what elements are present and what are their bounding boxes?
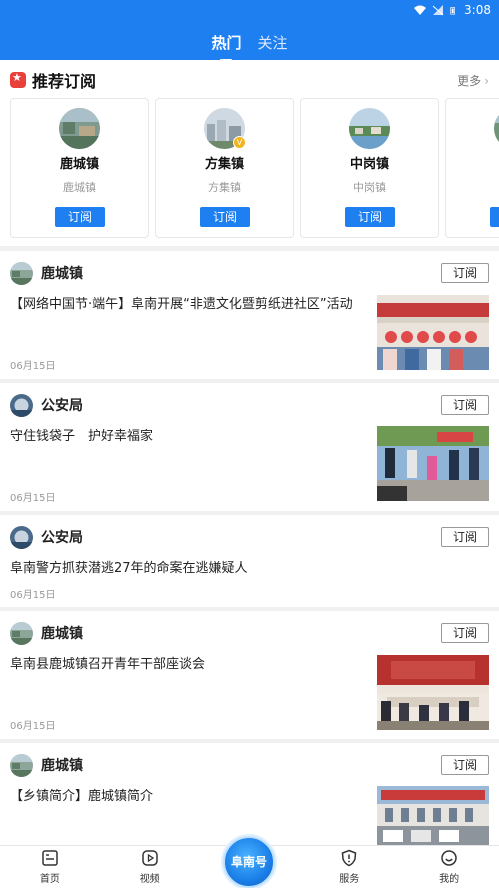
feed-source: 鹿城镇 <box>10 621 83 645</box>
tab-follow[interactable]: 关注 <box>258 30 288 55</box>
avatar <box>10 621 33 645</box>
article-thumbnail[interactable] <box>377 655 489 730</box>
card-name: 中岗镇 <box>349 157 389 172</box>
subscribe-button[interactable]: 订阅 <box>441 755 489 775</box>
nav-label: 服务 <box>339 874 360 885</box>
feed-item[interactable]: 鹿城镇 订阅 阜南县鹿城镇召开青年干部座谈会 06月15日 <box>0 611 499 739</box>
feed-source: 公安局 <box>10 525 83 549</box>
subscribe-button[interactable]: 订阅 <box>441 623 489 643</box>
wifi-icon <box>414 5 427 15</box>
source-name: 鹿城镇 <box>41 758 83 774</box>
subscribe-button[interactable] <box>490 207 499 227</box>
recommend-header: 推荐订阅 更多› <box>10 68 489 92</box>
subscribe-button[interactable]: 订阅 <box>55 207 105 227</box>
feed-item[interactable]: 公安局 订阅 守住钱袋子 护好幸福家 06月15日 <box>0 383 499 511</box>
avatar <box>349 108 390 149</box>
nav-home[interactable]: 首页 <box>0 846 100 888</box>
article-date: 06月15日 <box>10 721 56 732</box>
recommend-card[interactable]: 鹿城镇 鹿城镇 订阅 <box>10 98 149 238</box>
recommend-card[interactable]: V 方集镇 方集镇 订阅 <box>155 98 294 238</box>
profile-icon <box>441 850 457 866</box>
tab-hot[interactable]: 热门 <box>211 30 241 55</box>
service-icon <box>341 849 357 867</box>
more-link[interactable]: 更多 › <box>457 72 489 89</box>
nav-profile[interactable]: 我的 <box>399 846 499 888</box>
article-title[interactable]: 阜南警方抓获潜逃27年的命案在逃嫌疑人 <box>10 559 248 579</box>
fnh-center-button[interactable]: 阜南号 <box>223 836 275 888</box>
subscribe-button[interactable]: 订阅 <box>441 395 489 415</box>
subscribe-button[interactable]: 订阅 <box>441 263 489 283</box>
subscribe-button[interactable]: 订阅 <box>441 527 489 547</box>
avatar <box>494 108 499 149</box>
chevron-right-icon: › <box>484 73 489 88</box>
recommend-cards: 鹿城镇 鹿城镇 订阅 V 方集镇 方集镇 订阅 中岗镇 中岗镇 订阅 <box>10 98 499 238</box>
recommend-title: 推荐订阅 <box>32 72 97 91</box>
signal-icon <box>432 4 444 15</box>
card-name: 方集镇 <box>204 157 244 172</box>
article-date: 06月15日 <box>10 361 56 372</box>
recommend-section: 推荐订阅 更多› 鹿城镇 鹿城镇 订阅 V 方集镇 方集镇 订阅 中岗镇 中岗镇 <box>0 60 499 246</box>
top-tabs: 热门 关注 <box>0 30 499 55</box>
article-title[interactable]: 【乡镇简介】鹿城镇简介 <box>10 787 153 807</box>
card-subtitle: 方集镇 <box>208 181 241 194</box>
star-badge-icon <box>10 71 26 88</box>
card-subtitle: 中岗镇 <box>353 181 386 194</box>
recommend-card-partial[interactable] <box>445 98 499 238</box>
feed-source: 公安局 <box>10 393 83 417</box>
status-time: 3:08 <box>464 3 491 17</box>
app-header: 3:08 热门 关注 <box>0 0 499 60</box>
battery-icon <box>450 6 456 14</box>
avatar <box>10 525 33 549</box>
avatar <box>10 261 33 285</box>
article-title[interactable]: 【网络中国节·端午】阜南开展“非遗文化暨剪纸进社区”活动 <box>10 295 353 315</box>
feed-item[interactable]: 公安局 订阅 阜南警方抓获潜逃27年的命案在逃嫌疑人 06月15日 <box>0 515 499 607</box>
nav-video[interactable]: 视频 <box>100 846 200 888</box>
article-date: 06月15日 <box>10 590 56 601</box>
avatar <box>10 753 33 777</box>
card-subtitle: 鹿城镇 <box>63 181 96 194</box>
avatar <box>10 393 33 417</box>
nav-label: 首页 <box>39 874 60 885</box>
subscribe-button[interactable]: 订阅 <box>200 207 250 227</box>
article-title[interactable]: 守住钱袋子 护好幸福家 <box>10 427 153 447</box>
nav-label: 视频 <box>139 874 160 885</box>
article-thumbnail[interactable] <box>377 426 489 501</box>
more-label: 更多 <box>457 73 482 88</box>
feed-source: 鹿城镇 <box>10 753 83 777</box>
card-name: 鹿城镇 <box>59 157 99 172</box>
source-name: 公安局 <box>41 530 83 546</box>
nav-label: 我的 <box>439 874 460 885</box>
recommend-card[interactable]: 中岗镇 中岗镇 订阅 <box>300 98 439 238</box>
verified-badge: V <box>233 136 246 149</box>
article-thumbnail[interactable] <box>377 295 489 370</box>
subscribe-button[interactable]: 订阅 <box>345 207 395 227</box>
article-title[interactable]: 阜南县鹿城镇召开青年干部座谈会 <box>10 655 205 675</box>
source-name: 鹿城镇 <box>41 266 83 282</box>
video-icon <box>141 850 158 866</box>
avatar <box>59 108 100 149</box>
article-date: 06月15日 <box>10 493 56 504</box>
feed-source: 鹿城镇 <box>10 261 83 285</box>
status-bar: 3:08 <box>414 3 491 17</box>
feed-item[interactable]: 鹿城镇 订阅 【网络中国节·端午】阜南开展“非遗文化暨剪纸进社区”活动 06月1… <box>0 251 499 379</box>
source-name: 公安局 <box>41 398 83 414</box>
home-icon <box>42 850 58 866</box>
source-name: 鹿城镇 <box>41 626 83 642</box>
nav-service[interactable]: 服务 <box>299 846 399 888</box>
